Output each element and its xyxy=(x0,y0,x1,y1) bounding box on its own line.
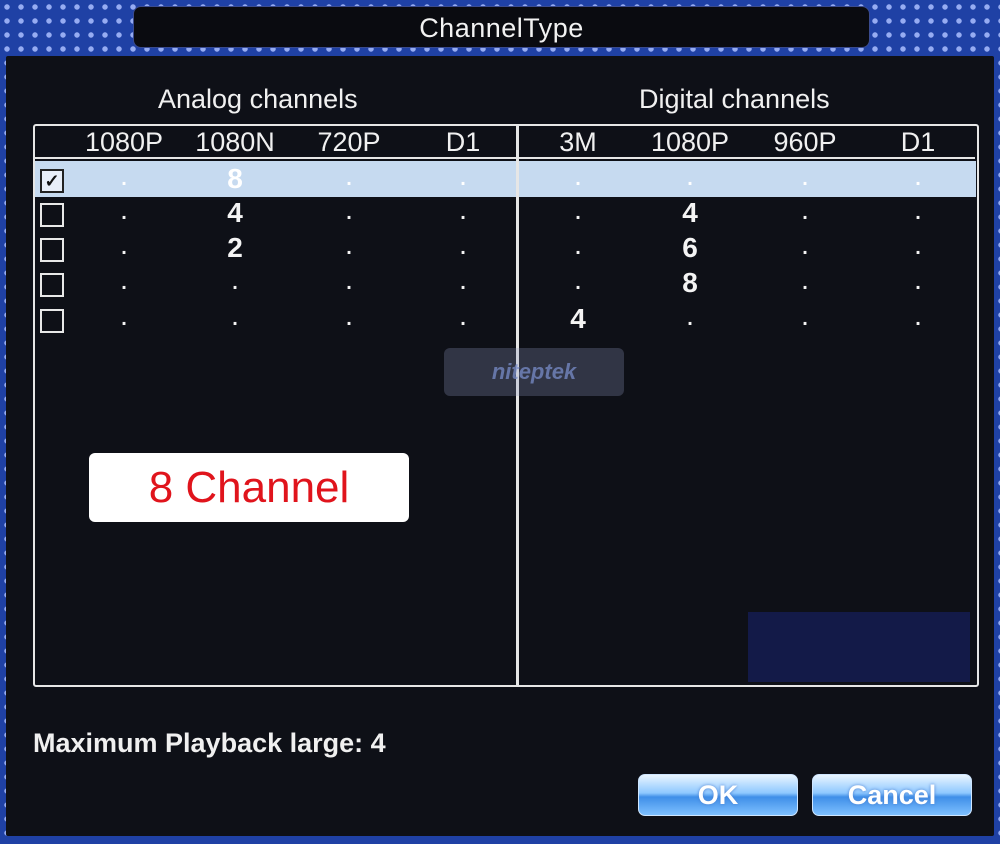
analog-cell[interactable]: . xyxy=(346,196,352,230)
digital-cell[interactable]: 6 xyxy=(682,231,698,265)
analog-cell[interactable]: . xyxy=(121,266,127,300)
analog-cell[interactable]: 2 xyxy=(227,231,243,265)
digital-channels-title: Digital channels xyxy=(639,84,830,114)
digital-cell[interactable]: . xyxy=(687,162,693,196)
analog-cell[interactable]: . xyxy=(232,266,238,300)
digital-cell[interactable]: 8 xyxy=(682,266,698,300)
max-playback-text: Maximum Playback large: 4 xyxy=(33,728,386,758)
analog-cell[interactable]: . xyxy=(460,162,466,196)
digital-cell[interactable]: . xyxy=(915,266,921,300)
digital-cell[interactable]: 4 xyxy=(570,302,586,336)
row-checkbox[interactable] xyxy=(40,309,64,333)
digital-cell[interactable]: 4 xyxy=(682,196,698,230)
digital-cell[interactable]: . xyxy=(575,162,581,196)
digital-col-d1: D1 xyxy=(900,127,936,157)
analog-cell[interactable]: . xyxy=(460,231,466,265)
analog-cell[interactable]: . xyxy=(121,231,127,265)
watermark-logo: niteptek xyxy=(444,348,624,396)
analog-cell[interactable]: . xyxy=(460,266,466,300)
digital-cell[interactable]: . xyxy=(915,196,921,230)
selected-row-highlight xyxy=(35,161,976,197)
analog-digital-divider xyxy=(516,126,519,685)
analog-col-1080n: 1080N xyxy=(195,127,275,157)
digital-cell[interactable]: . xyxy=(802,162,808,196)
channel-count-label: 8 Channel xyxy=(89,453,409,522)
analog-cell[interactable]: . xyxy=(346,162,352,196)
analog-col-d1: D1 xyxy=(445,127,481,157)
analog-cell[interactable]: . xyxy=(121,302,127,336)
channel-type-table xyxy=(33,124,979,687)
digital-cell[interactable]: . xyxy=(915,162,921,196)
digital-col-960p: 960P xyxy=(773,127,837,157)
cancel-button[interactable]: Cancel xyxy=(812,774,972,816)
digital-cell[interactable]: . xyxy=(802,302,808,336)
analog-cell[interactable]: . xyxy=(232,302,238,336)
row-checkbox[interactable] xyxy=(40,273,64,297)
analog-cell[interactable]: . xyxy=(121,162,127,196)
analog-cell[interactable]: 8 xyxy=(227,162,243,196)
digital-cell[interactable]: . xyxy=(802,196,808,230)
analog-col-1080p: 1080P xyxy=(84,127,164,157)
digital-cell[interactable]: . xyxy=(575,231,581,265)
background-shading xyxy=(748,612,970,682)
digital-cell[interactable]: . xyxy=(575,196,581,230)
row-checkbox[interactable] xyxy=(40,238,64,262)
analog-channels-title: Analog channels xyxy=(158,84,358,114)
row-checkbox[interactable] xyxy=(40,203,64,227)
analog-cell[interactable]: . xyxy=(346,231,352,265)
row-checkbox[interactable]: ✓ xyxy=(40,169,64,193)
analog-cell[interactable]: . xyxy=(346,266,352,300)
analog-col-720p: 720P xyxy=(317,127,381,157)
analog-cell[interactable]: . xyxy=(346,302,352,336)
ok-button[interactable]: OK xyxy=(638,774,798,816)
digital-cell[interactable]: . xyxy=(915,302,921,336)
analog-cell[interactable]: . xyxy=(121,196,127,230)
digital-cell[interactable]: . xyxy=(802,231,808,265)
digital-cell[interactable]: . xyxy=(915,231,921,265)
digital-col-1080p: 1080P xyxy=(650,127,730,157)
analog-cell[interactable]: . xyxy=(460,196,466,230)
analog-cell[interactable]: . xyxy=(460,302,466,336)
dialog-title: ChannelType xyxy=(133,6,870,48)
digital-cell[interactable]: . xyxy=(687,302,693,336)
digital-cell[interactable]: . xyxy=(802,266,808,300)
analog-cell[interactable]: 4 xyxy=(227,196,243,230)
digital-cell[interactable]: . xyxy=(575,266,581,300)
digital-col-3m: 3M xyxy=(559,127,597,157)
